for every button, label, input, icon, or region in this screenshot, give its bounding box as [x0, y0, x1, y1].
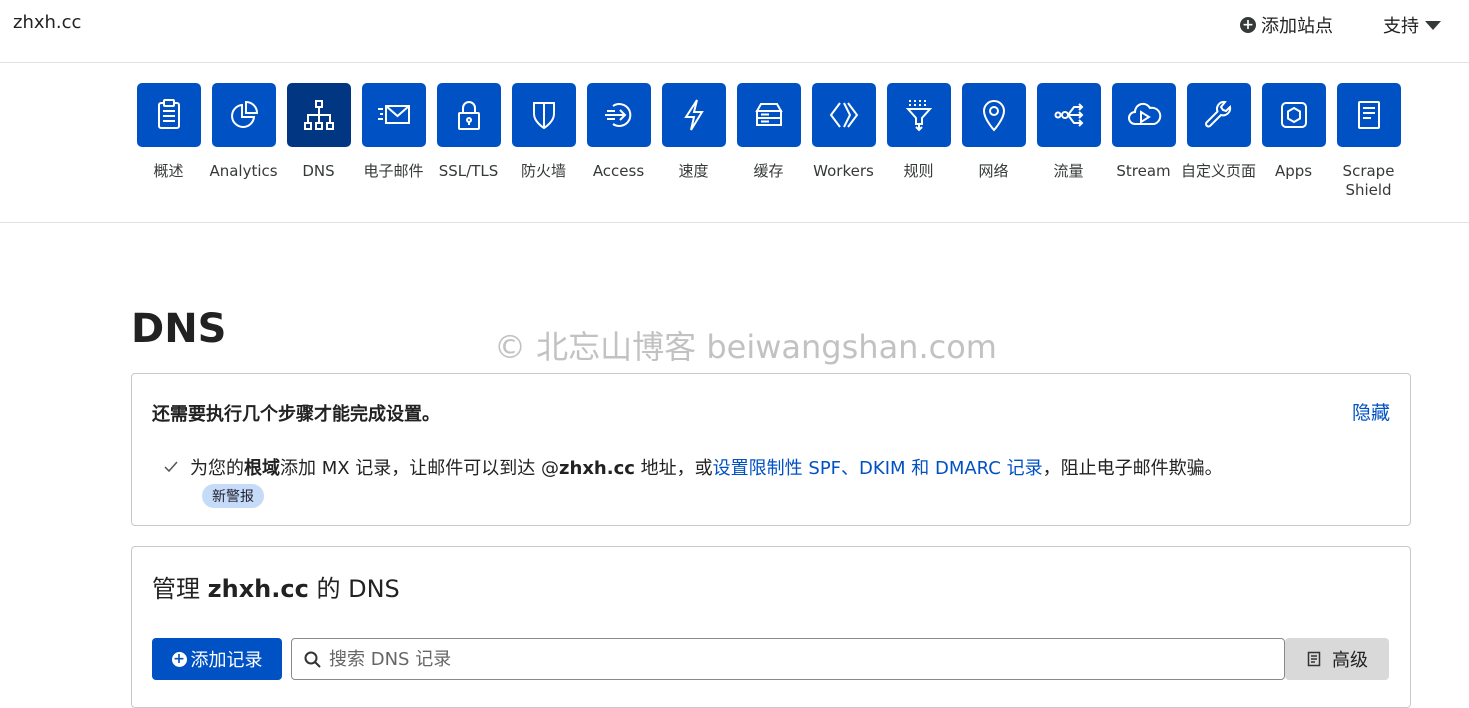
nav-label: Stream: [1116, 162, 1171, 180]
clipboard-icon: [136, 83, 201, 147]
code-brackets-icon: [811, 83, 876, 147]
nav-label: Apps: [1274, 162, 1313, 180]
nav-label: 流量: [1053, 162, 1084, 180]
nav-label: Access: [592, 162, 645, 180]
task-text: 为您的根域添加 MX 记录，让邮件可以到达 @zhxh.cc 地址，或设置限制性…: [190, 458, 1223, 479]
support-menu[interactable]: 支持: [1383, 12, 1441, 38]
nav-item-network[interactable]: 网络: [956, 83, 1031, 181]
nav-label: 网络: [978, 162, 1009, 180]
hide-link[interactable]: 隐藏: [1352, 398, 1390, 425]
nav-item-firewall[interactable]: 防火墙: [506, 83, 581, 181]
document-icon: [1336, 83, 1401, 147]
document-icon: [1307, 651, 1321, 667]
nav-item-custom-pages[interactable]: 自定义页面: [1181, 83, 1256, 181]
dns-search-input[interactable]: [327, 647, 1231, 671]
nav-item-dns[interactable]: DNS: [281, 83, 356, 181]
add-record-label: 添加记录: [190, 650, 263, 671]
shield-icon: [511, 83, 576, 147]
add-record-button[interactable]: + 添加记录: [152, 638, 282, 680]
lock-icon: [436, 83, 501, 147]
nav-item-overview[interactable]: 概述: [131, 83, 206, 181]
wrench-icon: [1186, 83, 1251, 147]
check-icon: [164, 461, 178, 473]
sign-in-icon: [586, 83, 651, 147]
nav-item-scrape-shield[interactable]: Scrape Shield: [1331, 83, 1406, 200]
advanced-label: 高级: [1332, 650, 1368, 671]
nav-item-caching[interactable]: 缓存: [731, 83, 806, 181]
nav-label: 缓存: [753, 162, 784, 180]
nav-item-traffic[interactable]: 流量: [1031, 83, 1106, 181]
setup-steps-card: 还需要执行几个步骤才能完成设置。 隐藏 为您的根域添加 MX 记录，让邮件可以到…: [131, 373, 1411, 526]
nav-label: 规则: [903, 162, 934, 180]
nav-label: Analytics: [209, 162, 278, 180]
page-title: DNS: [131, 306, 227, 352]
nav-item-speed[interactable]: 速度: [656, 83, 731, 181]
nav-label: 速度: [678, 162, 709, 180]
envelope-icon: [361, 83, 426, 147]
nav-label: DNS: [302, 162, 335, 180]
site-name[interactable]: zhxh.cc: [13, 12, 81, 33]
watermark: © 北忘山博客 beiwangshan.com: [494, 328, 997, 366]
nav-item-stream[interactable]: Stream: [1106, 83, 1181, 181]
dns-search-box[interactable]: [291, 638, 1285, 680]
nav-label: Scrape Shield: [1342, 162, 1395, 199]
nav-item-ssl[interactable]: SSL/TLS: [431, 83, 506, 181]
zone-nav: 概述 Analytics DNS 电子邮件 SSL/TLS 防火墙 Access…: [0, 63, 1469, 223]
new-alert-badge: 新警报: [202, 484, 264, 508]
nav-label: 概述: [153, 162, 184, 180]
nav-label: 防火墙: [520, 162, 566, 180]
location-pin-icon: [961, 83, 1026, 147]
manage-dns-title: 管理 zhxh.cc 的 DNS: [152, 575, 400, 603]
cloud-play-icon: [1111, 83, 1176, 147]
filter-icon: [886, 83, 951, 147]
add-site-button[interactable]: + 添加站点: [1240, 12, 1333, 38]
nav-item-email[interactable]: 电子邮件: [356, 83, 431, 181]
nav-label: 电子邮件: [363, 162, 424, 180]
server-icon: [736, 83, 801, 147]
nav-label: 自定义页面: [1181, 162, 1257, 180]
setup-task-item: 为您的根域添加 MX 记录，让邮件可以到达 @zhxh.cc 地址，或设置限制性…: [164, 454, 1223, 480]
search-icon: [304, 651, 321, 668]
top-bar: zhxh.cc + 添加站点 支持: [0, 0, 1469, 63]
traffic-icon: [1036, 83, 1101, 147]
spf-dkim-dmarc-link[interactable]: 设置限制性 SPF、DKIM 和 DMARC 记录: [713, 458, 1043, 479]
plus-circle-icon: +: [1240, 17, 1256, 33]
advanced-button[interactable]: 高级: [1285, 638, 1389, 680]
nav-item-access[interactable]: Access: [581, 83, 656, 181]
nav-item-apps[interactable]: Apps: [1256, 83, 1331, 181]
add-site-label: 添加站点: [1261, 16, 1333, 37]
nav-label: Workers: [813, 162, 874, 180]
caret-down-icon: [1425, 20, 1441, 30]
plus-circle-icon: +: [171, 650, 187, 667]
lightning-icon: [661, 83, 726, 147]
hexagon-icon: [1261, 83, 1326, 147]
nav-item-rules[interactable]: 规则: [881, 83, 956, 181]
manage-dns-card: 管理 zhxh.cc 的 DNS + 添加记录 高级: [131, 546, 1411, 708]
pie-chart-icon: [211, 83, 276, 147]
nav-item-analytics[interactable]: Analytics: [206, 83, 281, 181]
setup-steps-title: 还需要执行几个步骤才能完成设置。: [152, 404, 440, 425]
network-tree-icon: [286, 83, 351, 147]
support-label: 支持: [1383, 16, 1419, 37]
nav-label: SSL/TLS: [438, 162, 499, 180]
nav-item-workers[interactable]: Workers: [806, 83, 881, 181]
